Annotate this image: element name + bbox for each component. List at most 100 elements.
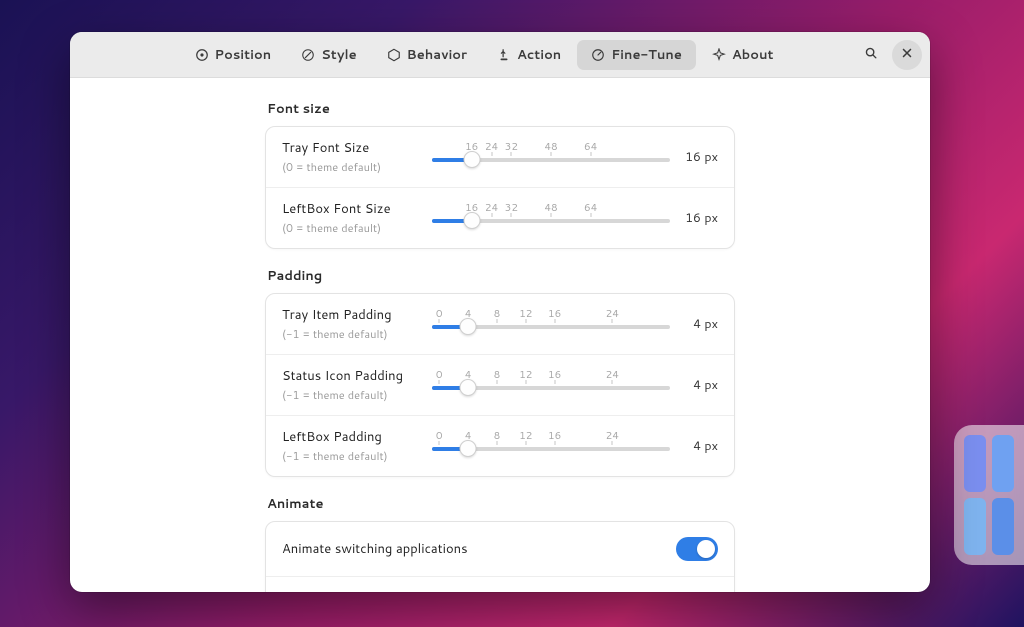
tab-style[interactable]: Style <box>287 40 371 70</box>
tab-about[interactable]: About <box>698 40 788 70</box>
tab-label: Position <box>215 46 272 64</box>
toggle-switch[interactable] <box>676 592 718 593</box>
toggle-switch[interactable] <box>676 537 718 561</box>
tick-mark <box>511 213 512 217</box>
tick-mark <box>554 380 555 384</box>
pointer-icon <box>497 48 511 62</box>
row-labels: Status Icon Padding (-1 = theme default) <box>282 367 432 403</box>
slider[interactable]: 1624324864 <box>432 203 670 233</box>
row-subtitle: (0 = theme default) <box>282 220 422 236</box>
tick-mark <box>612 441 613 445</box>
row-labels: LeftBox Font Size (0 = theme default) <box>282 200 432 236</box>
card-font-size: Tray Font Size (0 = theme default) 1624324… <box>265 126 735 249</box>
row-title: Tray Item Padding <box>282 306 422 324</box>
row-title: Tray Font Size <box>282 139 422 157</box>
desktop-background: Position Style Behavior <box>0 0 1024 627</box>
slider-value: 4 px <box>670 315 718 333</box>
tile <box>964 498 986 555</box>
brush-icon <box>301 48 315 62</box>
row-subtitle: (0 = theme default) <box>282 159 422 175</box>
target-icon <box>195 48 209 62</box>
row-subtitle: (-1 = theme default) <box>282 326 422 342</box>
section-title-padding: Padding <box>267 267 735 285</box>
setting-row: Status Icon Padding (-1 = theme default) 0… <box>266 354 734 415</box>
tick-mark <box>551 213 552 217</box>
search-icon <box>864 43 878 66</box>
row-labels: LeftBox Padding (-1 = theme default) <box>282 428 432 464</box>
tab-fine-tune[interactable]: Fine-Tune <box>577 40 696 70</box>
tick-mark <box>612 380 613 384</box>
slider-thumb[interactable] <box>463 212 480 229</box>
search-button[interactable] <box>856 40 886 70</box>
section-title-animate: Animate <box>267 495 735 513</box>
slider[interactable]: 048121624 <box>432 431 670 461</box>
slider-value: 4 px <box>670 437 718 455</box>
slider[interactable]: 048121624 <box>432 309 670 339</box>
slider-value: 16 px <box>670 209 718 227</box>
card-padding: Tray Item Padding (-1 = theme default) 048… <box>265 293 735 477</box>
toggle-knob <box>697 540 715 558</box>
tab-label: Fine-Tune <box>611 46 682 64</box>
tab-position[interactable]: Position <box>181 40 286 70</box>
tick-mark <box>496 441 497 445</box>
hexagon-icon <box>387 48 401 62</box>
tick-mark <box>491 213 492 217</box>
tick-mark <box>554 441 555 445</box>
row-labels: Tray Item Padding (-1 = theme default) <box>282 306 432 342</box>
tab-label: Behavior <box>407 46 467 64</box>
slider-thumb[interactable] <box>460 440 477 457</box>
slider-value: 16 px <box>670 148 718 166</box>
close-button[interactable] <box>892 40 922 70</box>
tick-mark <box>525 441 526 445</box>
setting-row: Animate launching new windows <box>266 576 734 592</box>
slider-thumb[interactable] <box>463 151 480 168</box>
slider-value: 4 px <box>670 376 718 394</box>
content-scroll[interactable]: Font size Tray Font Size (0 = theme defau… <box>70 78 930 592</box>
slider-thumb[interactable] <box>460 318 477 335</box>
tile <box>992 498 1014 555</box>
row-title: Animate switching applications <box>282 540 666 558</box>
card-animate: Animate switching applications Animate la… <box>265 521 735 592</box>
row-title: LeftBox Padding <box>282 428 422 446</box>
row-subtitle: (-1 = theme default) <box>282 387 422 403</box>
setting-row: LeftBox Padding (-1 = theme default) 04812… <box>266 415 734 476</box>
slider-thumb[interactable] <box>460 379 477 396</box>
tick-mark <box>590 152 591 156</box>
tick-mark <box>590 213 591 217</box>
row-labels: Tray Font Size (0 = theme default) <box>282 139 432 175</box>
tick-mark <box>612 319 613 323</box>
tune-icon <box>591 48 605 62</box>
tick-mark <box>491 152 492 156</box>
sparkle-icon <box>712 48 726 62</box>
tab-label: Action <box>517 46 561 64</box>
row-title: Status Icon Padding <box>282 367 422 385</box>
setting-row: LeftBox Font Size (0 = theme default) 1624… <box>266 187 734 248</box>
content: Font size Tray Font Size (0 = theme defau… <box>265 100 735 592</box>
tick-mark <box>525 380 526 384</box>
slider[interactable]: 1624324864 <box>432 142 670 172</box>
tab-label: About <box>732 46 774 64</box>
section-title-font-size: Font size <box>267 100 735 118</box>
tick-mark <box>525 319 526 323</box>
setting-row: Animate switching applications <box>266 522 734 576</box>
desktop-tile-widget <box>954 425 1024 565</box>
row-labels: Animate switching applications <box>282 540 676 558</box>
setting-row: Tray Font Size (0 = theme default) 1624324… <box>266 127 734 187</box>
tab-action[interactable]: Action <box>483 40 575 70</box>
row-title: LeftBox Font Size <box>282 200 422 218</box>
tile <box>992 435 1014 492</box>
tick-mark <box>511 152 512 156</box>
setting-row: Tray Item Padding (-1 = theme default) 048… <box>266 294 734 354</box>
tab-behavior[interactable]: Behavior <box>373 40 481 70</box>
row-subtitle: (-1 = theme default) <box>282 448 422 464</box>
headerbar: Position Style Behavior <box>70 32 930 78</box>
tick-mark <box>439 319 440 323</box>
tab-strip: Position Style Behavior <box>112 40 856 70</box>
close-icon <box>900 43 914 66</box>
slider[interactable]: 048121624 <box>432 370 670 400</box>
preferences-window: Position Style Behavior <box>70 32 930 592</box>
tile <box>964 435 986 492</box>
tick-mark <box>439 441 440 445</box>
tick-mark <box>439 380 440 384</box>
tick-mark <box>496 319 497 323</box>
